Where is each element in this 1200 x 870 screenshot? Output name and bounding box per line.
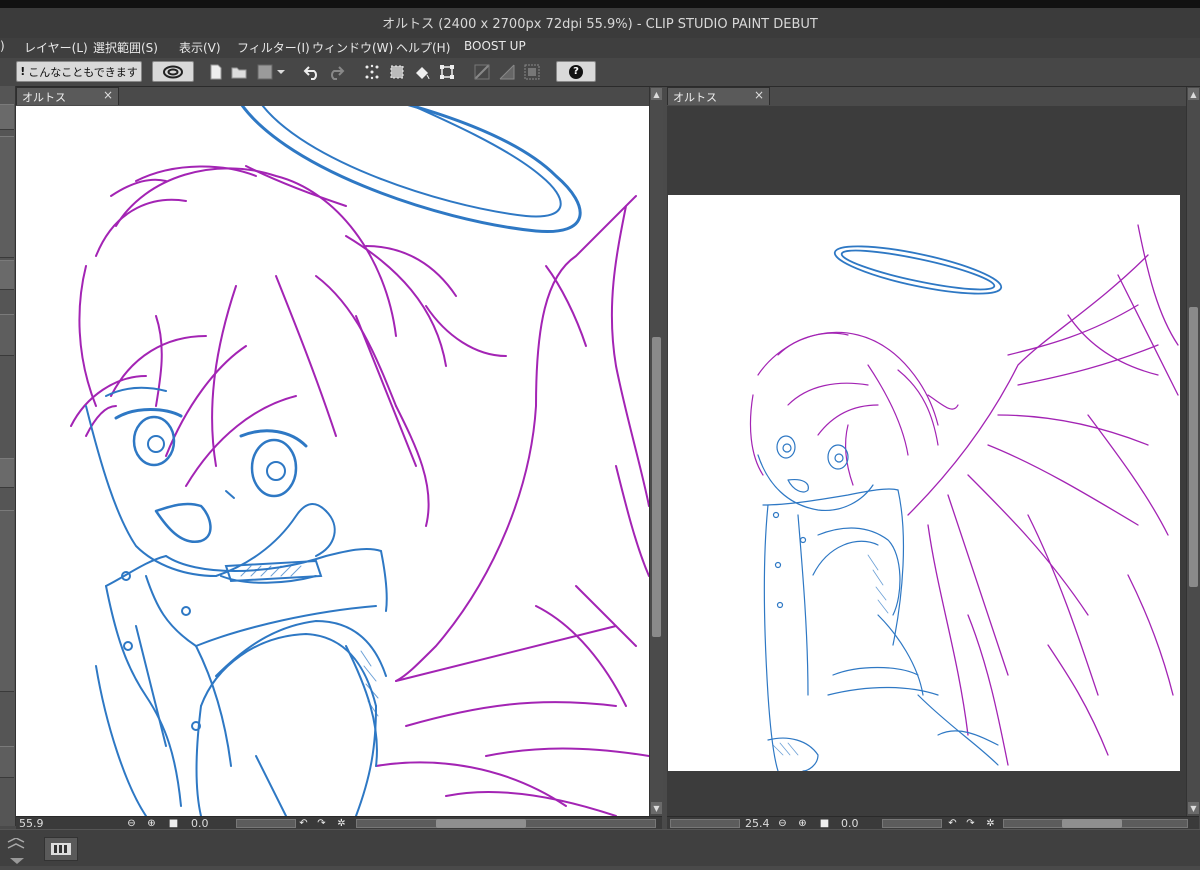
tab-canvas-right[interactable]: オルトス × (667, 87, 770, 105)
collapse-arrow-icon[interactable] (0, 837, 34, 866)
tab-label: オルトス (673, 91, 717, 104)
lineart-closeup (70, 106, 649, 816)
redo-icon[interactable] (326, 62, 346, 82)
left-palette-strip (0, 86, 16, 826)
menu-bar: ) レイヤー(L) 選択範囲(S) 表示(V) フィルター(I) ウィンドウ(W… (0, 38, 1200, 58)
menu-item-view[interactable]: 表示(V) (179, 39, 221, 56)
timeline-icon[interactable] (44, 837, 78, 861)
rotate-right-icon[interactable]: ↷ (965, 818, 976, 829)
menu-item-layer[interactable]: レイヤー(L) (24, 39, 88, 56)
perspective-icon[interactable] (497, 62, 517, 82)
menu-item-filter[interactable]: フィルター(I) (237, 39, 310, 56)
palette-panel (0, 136, 14, 258)
scroll-thumb[interactable] (652, 337, 661, 637)
vertical-scrollbar-left[interactable]: ▲ ▼ (649, 87, 663, 816)
selection-icon[interactable] (387, 62, 407, 82)
scroll-thumb[interactable] (436, 819, 526, 828)
menu-item-help[interactable]: ヘルプ(H) (396, 39, 450, 56)
halo-inner (261, 106, 562, 218)
fit-view-icon[interactable]: ■ (168, 818, 179, 829)
scroll-thumb[interactable] (1062, 819, 1122, 828)
halo-outer (240, 106, 582, 234)
title-bar: オルトス (2400 x 2700px 72dpi 55.9%) - CLIP … (0, 0, 1200, 38)
open-folder-icon[interactable] (229, 62, 249, 82)
vertical-scrollbar-right[interactable]: ▲ ▼ (1186, 87, 1200, 816)
transform-icon[interactable] (437, 62, 457, 82)
window-title: オルトス (2400 x 2700px 72dpi 55.9%) - CLIP … (382, 17, 818, 32)
tips-label: こんなこともできます (28, 65, 138, 79)
menu-item-selection[interactable]: 選択範囲(S) (93, 39, 158, 56)
fill-icon[interactable] (412, 62, 432, 82)
tab-label: オルトス (22, 91, 66, 104)
help-button[interactable]: ? (556, 61, 596, 82)
exclamation-icon: ! (20, 65, 26, 78)
scroll-down-icon[interactable]: ▼ (1188, 802, 1199, 814)
bottom-bar (0, 829, 1200, 866)
palette-panel (0, 314, 14, 356)
rotate-icon[interactable] (0, 458, 14, 488)
menu-item-boost-up[interactable]: BOOST UP (464, 39, 526, 53)
rotate-left-icon[interactable]: ↶ (298, 818, 309, 829)
clear-icon[interactable] (362, 62, 382, 82)
zoom-in-icon[interactable]: ⊕ (797, 818, 808, 829)
halo-outer (833, 245, 1003, 295)
lineart-full (749, 224, 1179, 771)
save-icon[interactable] (254, 62, 288, 82)
reset-rotation-icon[interactable]: ✲ (336, 818, 347, 829)
rotation-slider[interactable] (882, 819, 942, 828)
undo-icon[interactable] (302, 62, 322, 82)
fit-view-icon[interactable]: ■ (819, 818, 830, 829)
palette-panel (0, 510, 14, 692)
halo-inner (840, 249, 996, 291)
zoom-out-icon[interactable]: ⊖ (126, 818, 137, 829)
help-icon: ? (569, 64, 583, 79)
tips-button[interactable]: ! こんなこともできます (16, 61, 142, 82)
scroll-up-icon[interactable]: ▲ (1188, 88, 1199, 100)
trash-icon[interactable] (0, 260, 14, 290)
rotate-right-icon[interactable]: ↷ (316, 818, 327, 829)
canvas-right[interactable] (668, 195, 1180, 771)
ruler-icon[interactable] (472, 62, 492, 82)
canvas-left[interactable] (16, 106, 649, 816)
scroll-down-icon[interactable]: ▼ (651, 802, 662, 814)
new-file-icon[interactable] (206, 62, 226, 82)
scroll-up-icon[interactable]: ▲ (651, 88, 662, 100)
command-bar: ! こんなこともできます ? (0, 58, 1200, 87)
scroll-thumb[interactable] (1189, 307, 1198, 587)
close-icon[interactable]: × (754, 88, 764, 102)
spiral-icon (163, 65, 183, 78)
close-icon[interactable]: × (103, 88, 113, 102)
rotation-slider[interactable] (236, 819, 296, 828)
clip-studio-button[interactable] (152, 61, 194, 82)
tab-canvas-left[interactable]: オルトス × (16, 87, 119, 105)
palette-handle[interactable] (0, 104, 14, 130)
canvas-area-right[interactable] (667, 106, 1186, 816)
zoom-in-icon[interactable]: ⊕ (146, 818, 157, 829)
palette-panel (0, 746, 14, 778)
menu-item-partial[interactable]: ) (0, 39, 5, 53)
zoom-slider[interactable] (670, 819, 740, 828)
reset-rotation-icon[interactable]: ✲ (985, 818, 996, 829)
grid-icon[interactable] (522, 62, 542, 82)
tab-strip (770, 87, 1186, 106)
zoom-out-icon[interactable]: ⊖ (777, 818, 788, 829)
rotate-left-icon[interactable]: ↶ (947, 818, 958, 829)
menu-item-window[interactable]: ウィンドウ(W) (312, 39, 393, 56)
tab-strip (119, 87, 649, 106)
